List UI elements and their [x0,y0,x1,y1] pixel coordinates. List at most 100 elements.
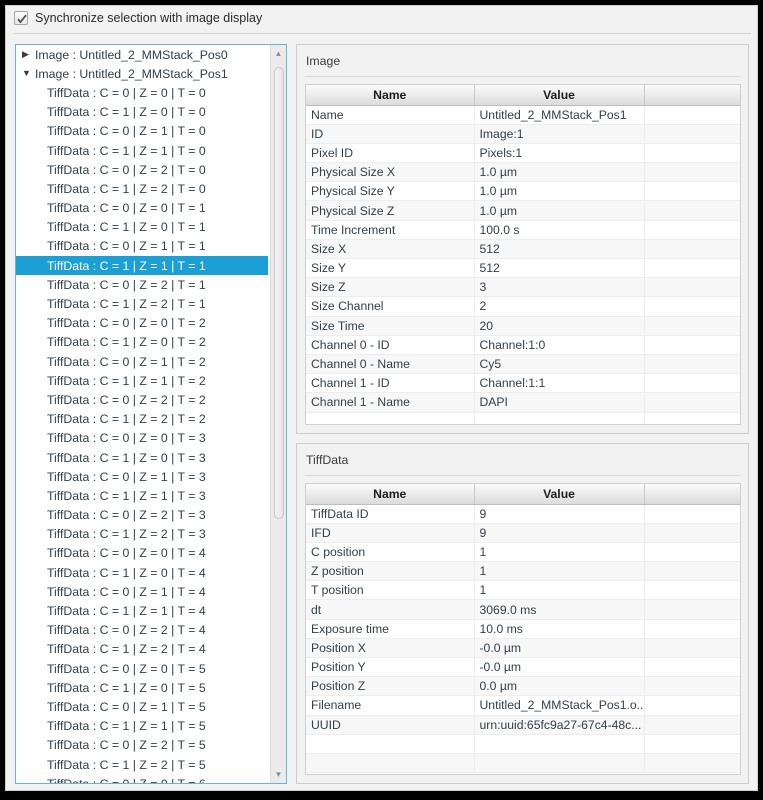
tree-item-tiffdata[interactable]: TiffData : C = 0 | Z = 2 | T = 0 [16,160,270,179]
table-row[interactable]: UUID urn:uuid:65fc9a27-67c4-48c... [306,715,740,735]
tree-item-tiffdata[interactable]: TiffData : C = 1 | Z = 0 | T = 0 [16,103,270,122]
tree-item-tiffdata[interactable]: TiffData : C = 1 | Z = 1 | T = 2 [16,371,270,390]
table-row[interactable]: Size Channel 2 [306,296,740,317]
table-header-row: Name Value [306,484,740,505]
table-row[interactable] [306,412,740,424]
table-row[interactable]: Position Y -0.0 µm [306,657,740,678]
tree-item-tiffdata[interactable]: TiffData : C = 1 | Z = 0 | T = 5 [16,678,270,697]
tree-item-tiffdata[interactable]: TiffData : C = 0 | Z = 1 | T = 0 [16,122,270,141]
tree-item-tiffdata[interactable]: TiffData : C = 0 | Z = 1 | T = 3 [16,467,270,486]
table-body: TiffData ID 9 IFD 9 C position 1 Z position 1 T … [306,504,740,774]
tree-item-tiffdata[interactable]: TiffData : C = 1 | Z = 1 | T = 3 [16,486,270,505]
tree-item-tiffdata[interactable]: TiffData : C = 1 | Z = 0 | T = 2 [16,333,270,352]
column-header[interactable] [644,484,740,505]
tree-item-tiffdata[interactable]: TiffData : C = 0 | Z = 0 | T = 0 [16,83,270,102]
scroll-up-arrow-icon[interactable]: ▲ [271,46,286,61]
property-value-cell: Image:1 [474,124,645,144]
property-name-cell: Size Y [306,258,475,279]
tiffdata-properties-table-wrapper[interactable]: Name Value TiffData ID 9 IFD 9 C position 1 Z p… [305,483,741,775]
tree-item-tiffdata[interactable]: TiffData : C = 0 | Z = 0 | T = 1 [16,199,270,218]
scroll-down-arrow-icon[interactable]: ▼ [271,767,286,782]
table-row[interactable]: Channel 0 - Name Cy5 [306,354,740,375]
tree-item-tiffdata[interactable]: TiffData : C = 1 | Z = 2 | T = 1 [16,294,270,313]
table-row[interactable]: Z position 1 [306,561,740,582]
table-row[interactable]: Physical Size Y 1.0 µm [306,181,740,202]
tree-item-tiffdata[interactable]: TiffData : C = 0 | Z = 1 | T = 5 [16,697,270,716]
tree-item-tiffdata[interactable]: TiffData : C = 0 | Z = 2 | T = 1 [16,275,270,294]
tree-item-image[interactable]: ▶ Image : Untitled_2_MMStack_Pos0 [16,45,270,64]
table-row[interactable] [306,753,740,774]
table-row[interactable] [306,734,740,754]
table-row[interactable]: Size X 512 [306,239,740,260]
table-row[interactable]: TiffData ID 9 [306,504,740,524]
tree-item-tiffdata[interactable]: TiffData : C = 1 | Z = 1 | T = 5 [16,717,270,736]
table-row[interactable]: Channel 0 - ID Channel:1:0 [306,335,740,355]
table-row[interactable]: Exposure time 10.0 ms [306,619,740,639]
tree-item-tiffdata[interactable]: TiffData : C = 1 | Z = 2 | T = 0 [16,179,270,198]
table-row[interactable]: Physical Size Z 1.0 µm [306,200,740,221]
property-value-cell: 1.0 µm [474,181,645,202]
table-row[interactable]: dt 3069.0 ms [306,599,740,620]
tree-item-tiffdata[interactable]: TiffData : C = 0 | Z = 1 | T = 4 [16,582,270,601]
table-row[interactable]: Size Time 20 [306,316,740,336]
tree-item-tiffdata[interactable]: TiffData : C = 0 | Z = 0 | T = 6 [16,774,270,783]
tree-item-tiffdata[interactable]: TiffData : C = 0 | Z = 2 | T = 2 [16,390,270,409]
column-header[interactable]: Value [474,85,645,106]
table-row[interactable]: Physical Size X 1.0 µm [306,162,740,183]
chevron-right-icon[interactable]: ▶ [22,50,35,59]
tree-item-label: TiffData : C = 1 | Z = 2 | T = 1 [47,297,206,312]
tree-item-tiffdata[interactable]: TiffData : C = 1 | Z = 0 | T = 1 [16,218,270,237]
tree-item-tiffdata[interactable]: TiffData : C = 0 | Z = 1 | T = 2 [16,352,270,371]
table-row[interactable]: Channel 1 - ID Channel:1:1 [306,373,740,394]
tree-item-tiffdata[interactable]: TiffData : C = 1 | Z = 1 | T = 1 [16,256,268,276]
tree-item-tiffdata[interactable]: TiffData : C = 0 | Z = 0 | T = 5 [16,659,270,678]
tree-item-tiffdata[interactable]: TiffData : C = 1 | Z = 2 | T = 2 [16,410,270,429]
table-row[interactable]: Filename Untitled_2_MMStack_Pos1.o... [306,695,740,716]
tree-item-tiffdata[interactable]: TiffData : C = 0 | Z = 0 | T = 2 [16,314,270,333]
scrollbar-thumb[interactable] [274,67,284,519]
tree-vertical-scrollbar[interactable]: ▲ ▼ [270,45,286,783]
property-name-cell: Time Increment [306,220,475,240]
column-header[interactable]: Name [306,85,475,106]
table-row[interactable]: IFD 9 [306,523,740,543]
tree-item-tiffdata[interactable]: TiffData : C = 0 | Z = 2 | T = 5 [16,736,270,755]
tree-item-tiffdata[interactable]: TiffData : C = 1 | Z = 2 | T = 5 [16,755,270,774]
property-value-cell: 2 [474,296,645,317]
table-row[interactable]: Pixel ID Pixels:1 [306,143,740,164]
tree-item-tiffdata[interactable]: TiffData : C = 1 | Z = 0 | T = 4 [16,563,270,582]
table-row[interactable]: Position Z 0.0 µm [306,676,740,697]
table-row[interactable]: Time Increment 100.0 s [306,220,740,240]
tree-item-tiffdata[interactable]: TiffData : C = 1 | Z = 2 | T = 3 [16,525,270,544]
tree-item-tiffdata[interactable]: TiffData : C = 0 | Z = 1 | T = 1 [16,237,270,256]
table-row[interactable]: Position X -0.0 µm [306,638,740,659]
tree-item-image[interactable]: ▼ Image : Untitled_2_MMStack_Pos1 [16,64,270,83]
table-body: Name Untitled_2_MMStack_Pos1 ID Image:1 Pixe… [306,105,740,424]
tree-item-tiffdata[interactable]: TiffData : C = 0 | Z = 2 | T = 4 [16,621,270,640]
column-header[interactable]: Value [474,484,645,505]
table-row[interactable]: Channel 1 - Name DAPI [306,392,740,413]
table-row[interactable]: C position 1 [306,542,740,563]
property-value-cell [644,296,740,317]
tree-item-tiffdata[interactable]: TiffData : C = 1 | Z = 0 | T = 3 [16,448,270,467]
tree-item-tiffdata[interactable]: TiffData : C = 1 | Z = 2 | T = 4 [16,640,270,659]
column-header[interactable] [644,85,740,106]
tree-item-tiffdata[interactable]: TiffData : C = 0 | Z = 0 | T = 3 [16,429,270,448]
table-row[interactable]: Name Untitled_2_MMStack_Pos1 [306,105,740,125]
tree-item-tiffdata[interactable]: TiffData : C = 0 | Z = 0 | T = 4 [16,544,270,563]
property-name-cell: T position [306,580,475,601]
table-row[interactable]: ID Image:1 [306,124,740,144]
table-row[interactable]: Size Y 512 [306,258,740,279]
sync-selection-checkbox[interactable] [14,11,28,25]
metadata-tree-panel[interactable]: ▶ Image : Untitled_2_MMStack_Pos0 ▼ Image :… [15,44,287,784]
tree-item-tiffdata[interactable]: TiffData : C = 0 | Z = 2 | T = 3 [16,506,270,525]
table-row[interactable]: Size Z3 [306,277,740,298]
column-header[interactable]: Name [306,484,475,505]
chevron-down-icon[interactable]: ▼ [22,69,35,78]
property-value-cell [644,753,740,774]
sync-selection-checkbox-row[interactable]: Synchronize selection with image display [14,11,262,25]
table-row[interactable]: T position 1 [306,580,740,601]
tree-item-tiffdata[interactable]: TiffData : C = 1 | Z = 1 | T = 4 [16,601,270,620]
tree-item-tiffdata[interactable]: TiffData : C = 1 | Z = 1 | T = 0 [16,141,270,160]
tree-item-label: TiffData : C = 0 | Z = 1 | T = 4 [47,584,206,599]
image-properties-table-wrapper[interactable]: Name Value Name Untitled_2_MMStack_Pos1 ID I… [305,84,741,425]
